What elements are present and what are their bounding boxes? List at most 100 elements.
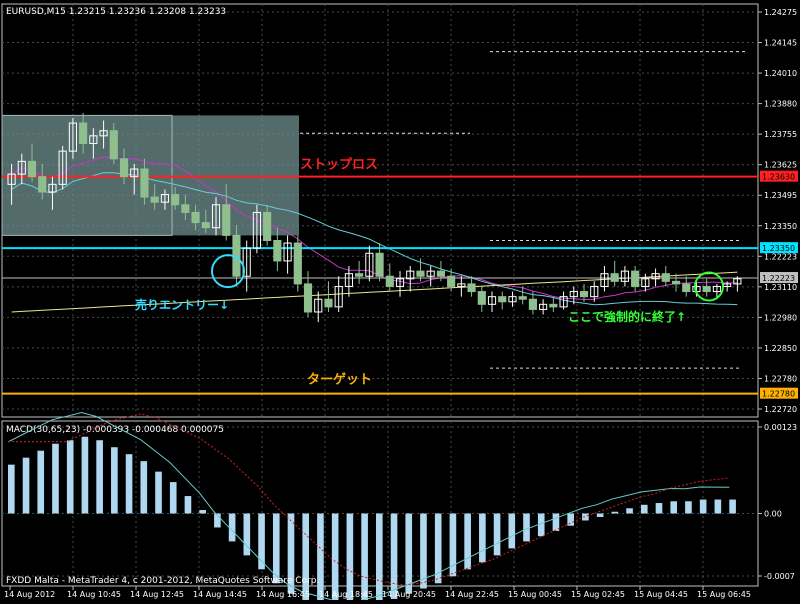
stop_loss-price-tag-label: 1.23630 — [762, 173, 795, 182]
candle-body — [518, 296, 527, 300]
current-price-tag-label: 1.22223 — [762, 274, 795, 283]
macd-histogram-bar — [567, 513, 574, 526]
candle-body — [579, 291, 589, 298]
x-tick-label: 15 Aug 06:45 — [697, 590, 751, 599]
chart-canvas: 1.23630 1.23350 1.22223 1.22780 ストップロス 売りエン… — [0, 0, 800, 604]
candle-body — [631, 270, 640, 287]
macd-histogram-bar — [523, 513, 530, 542]
stop-loss-zone-box — [2, 115, 299, 236]
macd-histogram-bar — [199, 510, 206, 514]
macd-histogram-bar — [405, 513, 413, 594]
copyright-text: FXDD Malta - MetaTrader 4, c 2001-2012, … — [6, 576, 319, 586]
candle-body — [222, 204, 231, 236]
macd-histogram-bar — [8, 464, 15, 514]
target-label: ターゲット — [307, 372, 372, 388]
macd-histogram-bar — [729, 499, 736, 514]
macd-histogram-bar — [640, 504, 648, 514]
candle-body — [498, 296, 507, 303]
y-tick-label: 1.22850 — [764, 344, 797, 353]
y-tick-label: 1.23755 — [764, 130, 797, 139]
candle-body — [150, 196, 159, 203]
x-tick-label: 15 Aug 00:45 — [508, 590, 562, 599]
macd-histogram-bar — [685, 501, 692, 514]
macd-histogram-bar — [464, 513, 471, 570]
stop-loss-label: ストップロス — [300, 158, 378, 173]
y-tick-label: 1.23495 — [764, 191, 797, 200]
candle-body — [140, 168, 149, 198]
x-tick-label: 14 Aug 14:45 — [193, 590, 247, 599]
candle-body — [355, 273, 364, 277]
y-tick-label: 1.24145 — [764, 39, 797, 48]
entry-label: 売りエントリー↓ — [135, 297, 229, 312]
macd-histogram-bar — [376, 513, 383, 604]
y-tick-label: 1.22980 — [764, 313, 797, 322]
macd-histogram-bar — [596, 513, 604, 517]
y-tick-label: 1.24010 — [764, 69, 797, 78]
macd-histogram-bar — [302, 513, 310, 601]
y-tick-label: 1.23350 — [764, 222, 797, 231]
macd-histogram-bar — [81, 436, 89, 514]
candle-body — [201, 222, 210, 229]
candle-body — [263, 211, 272, 241]
macd-histogram-bar — [331, 513, 339, 604]
candle-body — [171, 194, 180, 206]
candle-body — [702, 285, 711, 293]
y-tick-label: 1.23625 — [764, 161, 797, 170]
y-tick-label: 1.23110 — [764, 283, 797, 292]
candle-body — [293, 242, 302, 285]
y-tick-label: 1.24275 — [764, 8, 797, 17]
macd-histogram-bar — [272, 513, 280, 584]
macd-histogram-bar — [111, 447, 118, 514]
macd-histogram-bar — [479, 513, 486, 563]
candle-body — [447, 275, 456, 287]
macd-histogram-bar — [66, 440, 74, 514]
candle-body — [436, 270, 445, 277]
candle-body — [27, 160, 37, 178]
candle-body — [467, 283, 476, 293]
candle-body — [661, 273, 670, 282]
candle-body — [416, 270, 425, 277]
macd-histogram-bar — [346, 513, 354, 604]
candle-body — [191, 211, 200, 224]
candle-body — [682, 283, 691, 293]
x-tick-label: 14 Aug 10:45 — [67, 590, 121, 599]
macd-histogram-bar — [184, 496, 192, 514]
candle-body — [324, 298, 333, 308]
macd-histogram-bar — [508, 513, 516, 549]
target-price-tag-label: 1.22780 — [762, 390, 795, 399]
macd-histogram-bar — [626, 508, 633, 514]
macd-histogram-bar — [611, 511, 619, 514]
y-tick-label: 1.23880 — [764, 100, 797, 109]
macd-histogram-bar — [655, 503, 663, 514]
macd-histogram-bar — [390, 513, 398, 599]
macd-histogram-bar — [493, 513, 501, 556]
candle-body — [549, 303, 558, 308]
macd-y-tick-label: 0.00 — [764, 510, 782, 519]
macd-histogram-bar — [155, 471, 162, 514]
macd-histogram-bar — [125, 454, 133, 514]
x-tick-label: 14 Aug 18:45 — [319, 590, 373, 599]
macd-histogram-bar — [52, 443, 59, 514]
candle-body — [610, 273, 619, 282]
y-tick-label: 1.22223 — [764, 252, 797, 261]
candle-body — [528, 298, 537, 310]
x-tick-label: 14 Aug 12:45 — [130, 590, 184, 599]
macd-histogram-bar — [361, 513, 368, 604]
y-tick-label: 1.22780 — [764, 374, 797, 383]
candle-body — [38, 176, 47, 193]
macd-histogram-bar — [37, 450, 45, 514]
x-tick-label: 14 Aug 2012 — [4, 590, 55, 599]
candle-body — [303, 283, 313, 313]
chart-background — [0, 0, 800, 600]
macd-histogram-bar — [140, 461, 148, 514]
candle-body — [671, 280, 681, 285]
candle-body — [119, 158, 129, 178]
candle-body — [79, 122, 88, 144]
macd-histogram-bar — [582, 513, 589, 521]
macd-histogram-bar — [243, 513, 251, 556]
macd-histogram-bar — [228, 513, 236, 542]
mt4-chart-window: 1.23630 1.23350 1.22223 1.22780 ストップロス 売りエン… — [0, 0, 800, 604]
x-tick-label: 14 Aug 16:45 — [256, 590, 310, 599]
candle-body — [375, 252, 384, 277]
x-tick-label: 14 Aug 22:45 — [445, 590, 499, 599]
